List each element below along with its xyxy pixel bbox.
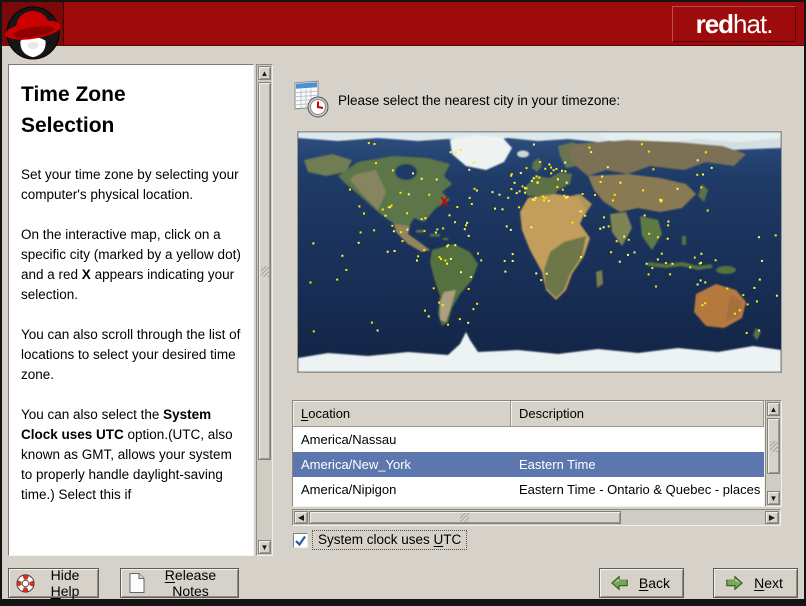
checkmark-icon: [295, 535, 306, 546]
timezone-list[interactable]: Location Description America/Nassau Ameri…: [292, 400, 765, 507]
calendar-clock-icon: [294, 80, 329, 118]
hide-help-label: Hide Help: [50, 567, 80, 599]
next-label: Next: [754, 575, 783, 591]
back-arrow-icon: [610, 574, 630, 592]
help-panel: Time Zone Selection Set your time zone b…: [8, 64, 254, 556]
lifebuoy-icon: [15, 573, 36, 594]
timezone-row[interactable]: America/Nipigon Eastern Time - Ontario & …: [293, 477, 764, 502]
scroll-right-icon[interactable]: ▶: [765, 511, 779, 524]
instruction-text: Please select the nearest city in your t…: [338, 93, 621, 108]
redhat-wordmark: red hat.: [672, 6, 796, 42]
scroll-left-icon[interactable]: ◀: [294, 511, 308, 524]
next-arrow-icon: [724, 574, 744, 592]
back-label: Back: [638, 575, 671, 591]
table-vertical-scrollbar[interactable]: ▲ ▼: [765, 400, 782, 507]
column-header-location[interactable]: Location: [293, 401, 511, 427]
top-banner: red hat.: [2, 2, 804, 46]
table-horizontal-scrollbar[interactable]: ◀ ▶: [292, 509, 781, 526]
selected-city-marker: X: [440, 194, 449, 209]
brand-bold: red: [695, 8, 734, 39]
scroll-up-icon[interactable]: ▲: [767, 402, 780, 416]
window-bottom-edge: [2, 599, 804, 604]
back-button[interactable]: Back: [599, 568, 684, 598]
next-button[interactable]: Next: [713, 568, 798, 598]
table-hscrollbar-thumb[interactable]: [309, 511, 621, 524]
hide-help-button[interactable]: Hide Help: [8, 567, 99, 599]
help-title: Time Zone Selection: [21, 83, 126, 137]
scroll-up-icon[interactable]: ▲: [258, 66, 271, 80]
utc-checkbox-label[interactable]: System clock uses UTC: [312, 530, 468, 550]
help-text: Set your time zone by selecting your com…: [21, 167, 241, 502]
scroll-down-icon[interactable]: ▼: [258, 540, 271, 554]
timezone-map[interactable]: X: [297, 131, 782, 373]
timezone-row[interactable]: America/Nassau: [293, 427, 764, 452]
utc-checkbox[interactable]: [293, 532, 308, 548]
brand-rest: hat.: [733, 8, 773, 39]
redhat-shadowman-icon: [5, 6, 61, 60]
release-notes-button[interactable]: Release Notes: [120, 567, 239, 599]
help-scrollbar[interactable]: ▲ ▼: [256, 64, 273, 556]
world-map-image[interactable]: X: [298, 132, 781, 372]
table-header: Location Description: [293, 401, 764, 427]
document-icon: [127, 572, 147, 594]
installer-window: red hat. Time Zone Selection Set your tim…: [0, 0, 806, 606]
scroll-down-icon[interactable]: ▼: [767, 491, 780, 505]
release-notes-label: Release Notes: [164, 567, 217, 599]
help-scrollbar-thumb[interactable]: [258, 82, 271, 460]
timezone-row[interactable]: America/New_York Eastern Time: [293, 452, 764, 477]
table-scrollbar-thumb[interactable]: [767, 418, 780, 474]
column-header-description[interactable]: Description: [511, 401, 764, 427]
